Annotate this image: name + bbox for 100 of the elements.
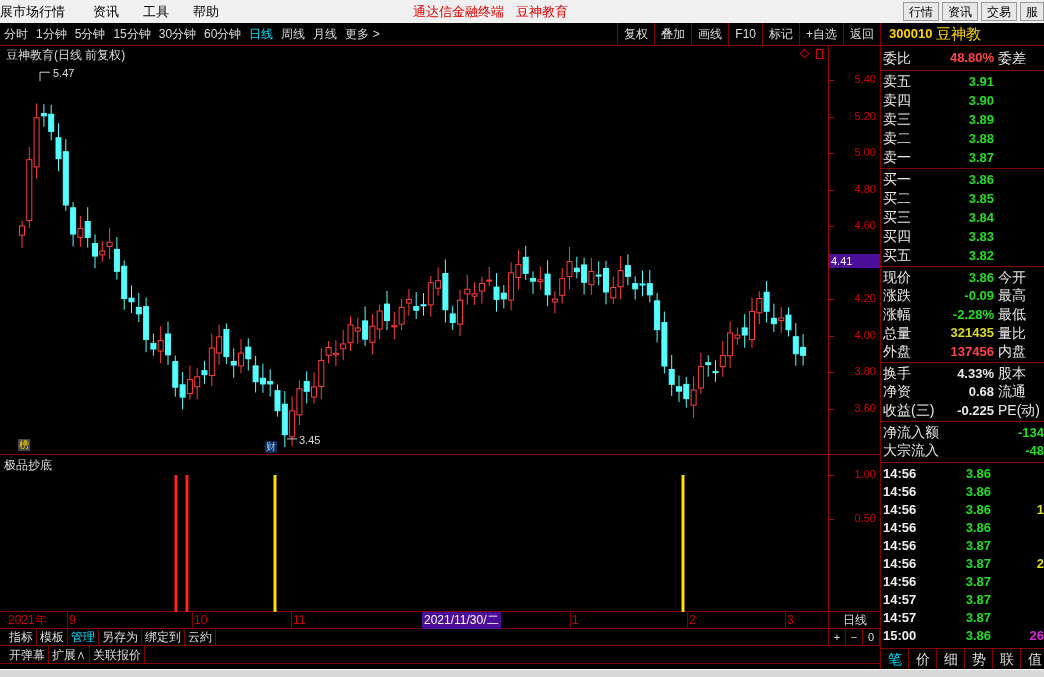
menu-item[interactable]: 帮助	[181, 1, 231, 22]
tick-time: 14:57	[882, 591, 918, 609]
fundamental-label: 股本	[998, 363, 1027, 383]
tick-time: 14:56	[882, 537, 918, 555]
leader-line	[39, 71, 51, 82]
tick-time: 14:56	[882, 483, 918, 501]
bottom-button[interactable]: 关联报价	[90, 646, 145, 663]
menu-button[interactable]: 行情	[903, 2, 939, 21]
fundamental-label: 收益(三)	[882, 400, 935, 420]
stat-label: 涨幅	[882, 305, 912, 324]
fundamental-value: 4.33%	[956, 364, 995, 383]
tick-price: 3.87	[964, 555, 991, 573]
zoom-button[interactable]: 0	[863, 629, 880, 645]
price-tick: 4.20	[854, 293, 876, 304]
stat-label: 最高	[998, 286, 1027, 306]
menu-button[interactable]: 交易	[981, 2, 1017, 21]
period-tab[interactable]: 1分钟	[32, 25, 71, 43]
bid-label: 买四	[882, 227, 912, 246]
zoom-button[interactable]: −	[846, 629, 863, 645]
toolbar-button[interactable]: F10	[728, 23, 762, 45]
ask-label: 卖三	[882, 110, 912, 129]
stat-label: 内盘	[998, 342, 1027, 362]
toolbar-button[interactable]: 返回	[843, 23, 880, 45]
tick-price: 3.87	[964, 609, 991, 627]
bid-label: 买一	[882, 170, 912, 189]
toolbar-button[interactable]: 叠加	[654, 23, 692, 45]
bottom-tab[interactable]: 模板	[37, 629, 68, 645]
fundamental-label: PE(动)	[998, 400, 1041, 420]
menu-item[interactable]: 工具	[131, 1, 181, 22]
flow-value: -134	[1016, 424, 1044, 442]
flow-label: 大宗流入	[882, 441, 940, 461]
ask-value: 3.88	[967, 129, 995, 148]
period-tab[interactable]: 周线	[277, 25, 310, 43]
period-tab[interactable]: 日线	[245, 25, 278, 43]
stat-value: 321435	[949, 324, 995, 343]
period-tab[interactable]: 30分钟	[154, 25, 201, 43]
period-label: 日线	[842, 612, 867, 629]
bid-value: 3.85	[967, 189, 995, 208]
bid-label: 买三	[882, 208, 912, 227]
period-tab[interactable]: 更多 >	[341, 25, 384, 43]
stat-label: 涨跌	[882, 286, 912, 306]
stat-value: 3.86	[967, 268, 995, 287]
ask-label: 卖五	[882, 72, 912, 91]
stat-label: 今开	[998, 267, 1027, 287]
stat-value: 137456	[949, 342, 995, 361]
period-tab[interactable]: 月线	[309, 25, 342, 43]
bid-value: 3.83	[967, 227, 995, 246]
date-label: 9	[69, 612, 76, 629]
tick-volume: 2	[1035, 555, 1044, 573]
toolbar-button[interactable]: 复权	[617, 23, 655, 45]
stat-label: 量比	[998, 323, 1027, 343]
date-label: 1	[572, 612, 579, 629]
chart-title: 豆神教育(日线 前复权)	[6, 48, 126, 62]
stock-code: 300010	[889, 25, 933, 44]
menu-item[interactable]: 展市场行情	[0, 1, 81, 22]
flow-label: 净流入额	[882, 423, 940, 443]
menu-item[interactable]: 资讯	[81, 1, 131, 22]
toolbar-button[interactable]: 画线	[691, 23, 729, 45]
menu-button[interactable]: 服	[1020, 2, 1044, 21]
bid-ratio-label: 委比	[882, 48, 912, 68]
tick-time: 15:00	[882, 627, 918, 645]
tick-price: 3.86	[964, 465, 991, 483]
price-tick: 4.60	[854, 220, 876, 231]
stat-value: -0.09	[963, 287, 995, 306]
period-tab[interactable]: 分时	[0, 25, 32, 43]
toolbar-button[interactable]: 标记	[762, 23, 799, 45]
fundamental-label: 净资	[882, 382, 912, 402]
zoom-button[interactable]: +	[829, 629, 846, 645]
tick-time: 14:56	[882, 555, 918, 573]
period-tab[interactable]: 60分钟	[200, 25, 246, 43]
bottom-tab[interactable]: 另存为	[99, 629, 142, 645]
bottom-tab[interactable]: 绑定到	[142, 629, 185, 645]
tick-price: 3.87	[964, 537, 991, 555]
date-label: 2021年	[8, 612, 47, 629]
bottom-tab[interactable]: 指标	[6, 629, 37, 645]
bid-value: 3.82	[967, 246, 995, 265]
cursor-date: 2021/11/30/二	[422, 612, 501, 629]
bottom-tab[interactable]: 云約	[185, 629, 216, 645]
window-title: 豆神教育	[516, 2, 568, 21]
menu-button[interactable]: 资讯	[942, 2, 978, 21]
low-price-label: 3.45	[299, 432, 321, 448]
ask-value: 3.91	[967, 72, 995, 91]
date-label: 11	[293, 612, 306, 629]
tick-time: 14:56	[882, 519, 918, 537]
flow-value: -48	[1024, 442, 1044, 460]
tick-time: 14:56	[882, 573, 918, 591]
bottom-tab[interactable]: 管理	[68, 629, 99, 645]
period-tab[interactable]: 5分钟	[70, 25, 110, 43]
period-tab[interactable]: 15分钟	[109, 25, 155, 43]
bottom-button[interactable]: 开弹幕	[6, 646, 49, 663]
bottom-button[interactable]: 扩展∧	[49, 646, 90, 663]
price-tick: 3.80	[854, 366, 876, 377]
leader-line	[286, 438, 298, 440]
ask-value: 3.90	[967, 91, 995, 110]
bid-value: 3.86	[967, 170, 995, 189]
toolbar-button[interactable]: +自选	[799, 23, 843, 45]
window-title: 通达信金融终端	[413, 2, 504, 21]
tick-price: 3.86	[964, 627, 991, 645]
stat-label: 现价	[882, 267, 912, 287]
panel-icon[interactable]	[816, 49, 823, 59]
